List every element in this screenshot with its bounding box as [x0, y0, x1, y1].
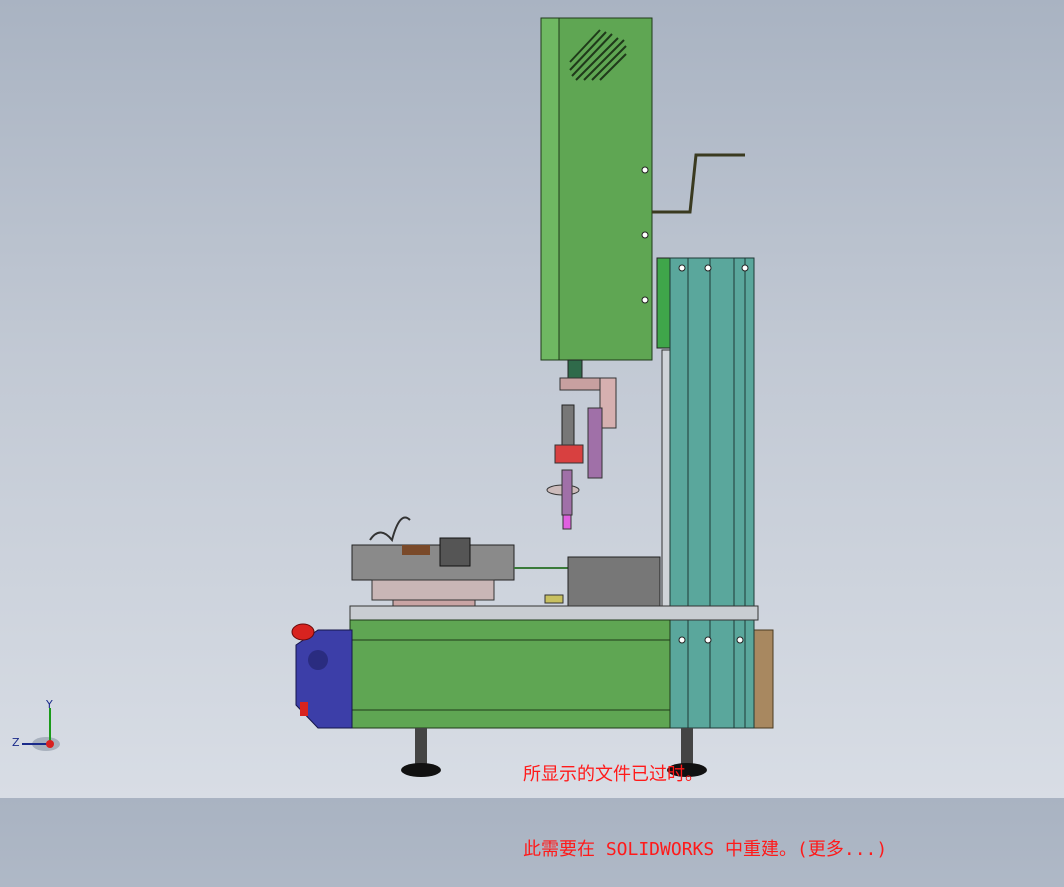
machine-model[interactable]	[0, 0, 1064, 798]
axis-triad-icon	[22, 708, 60, 751]
rebuild-notice[interactable]: 所显示的文件已过时。 此需要在 SOLIDWORKS 中重建。(更多...)	[523, 712, 887, 887]
cad-viewport[interactable]: Y Z 所显示的文件已过时。 此需要在 SOLIDWORKS 中重建。(更多..…	[0, 0, 1064, 860]
axis-z-label: Z	[12, 736, 20, 749]
axis-y-label: Y	[46, 698, 53, 711]
rebuild-notice-line1: 所显示的文件已过时。	[523, 764, 703, 785]
vertical-column	[656, 257, 755, 729]
rebuild-notice-line2[interactable]: 此需要在 SOLIDWORKS 中重建。(更多...)	[523, 837, 887, 862]
screwdriver-head	[546, 377, 617, 530]
axis-triad: Y Z	[8, 698, 68, 760]
